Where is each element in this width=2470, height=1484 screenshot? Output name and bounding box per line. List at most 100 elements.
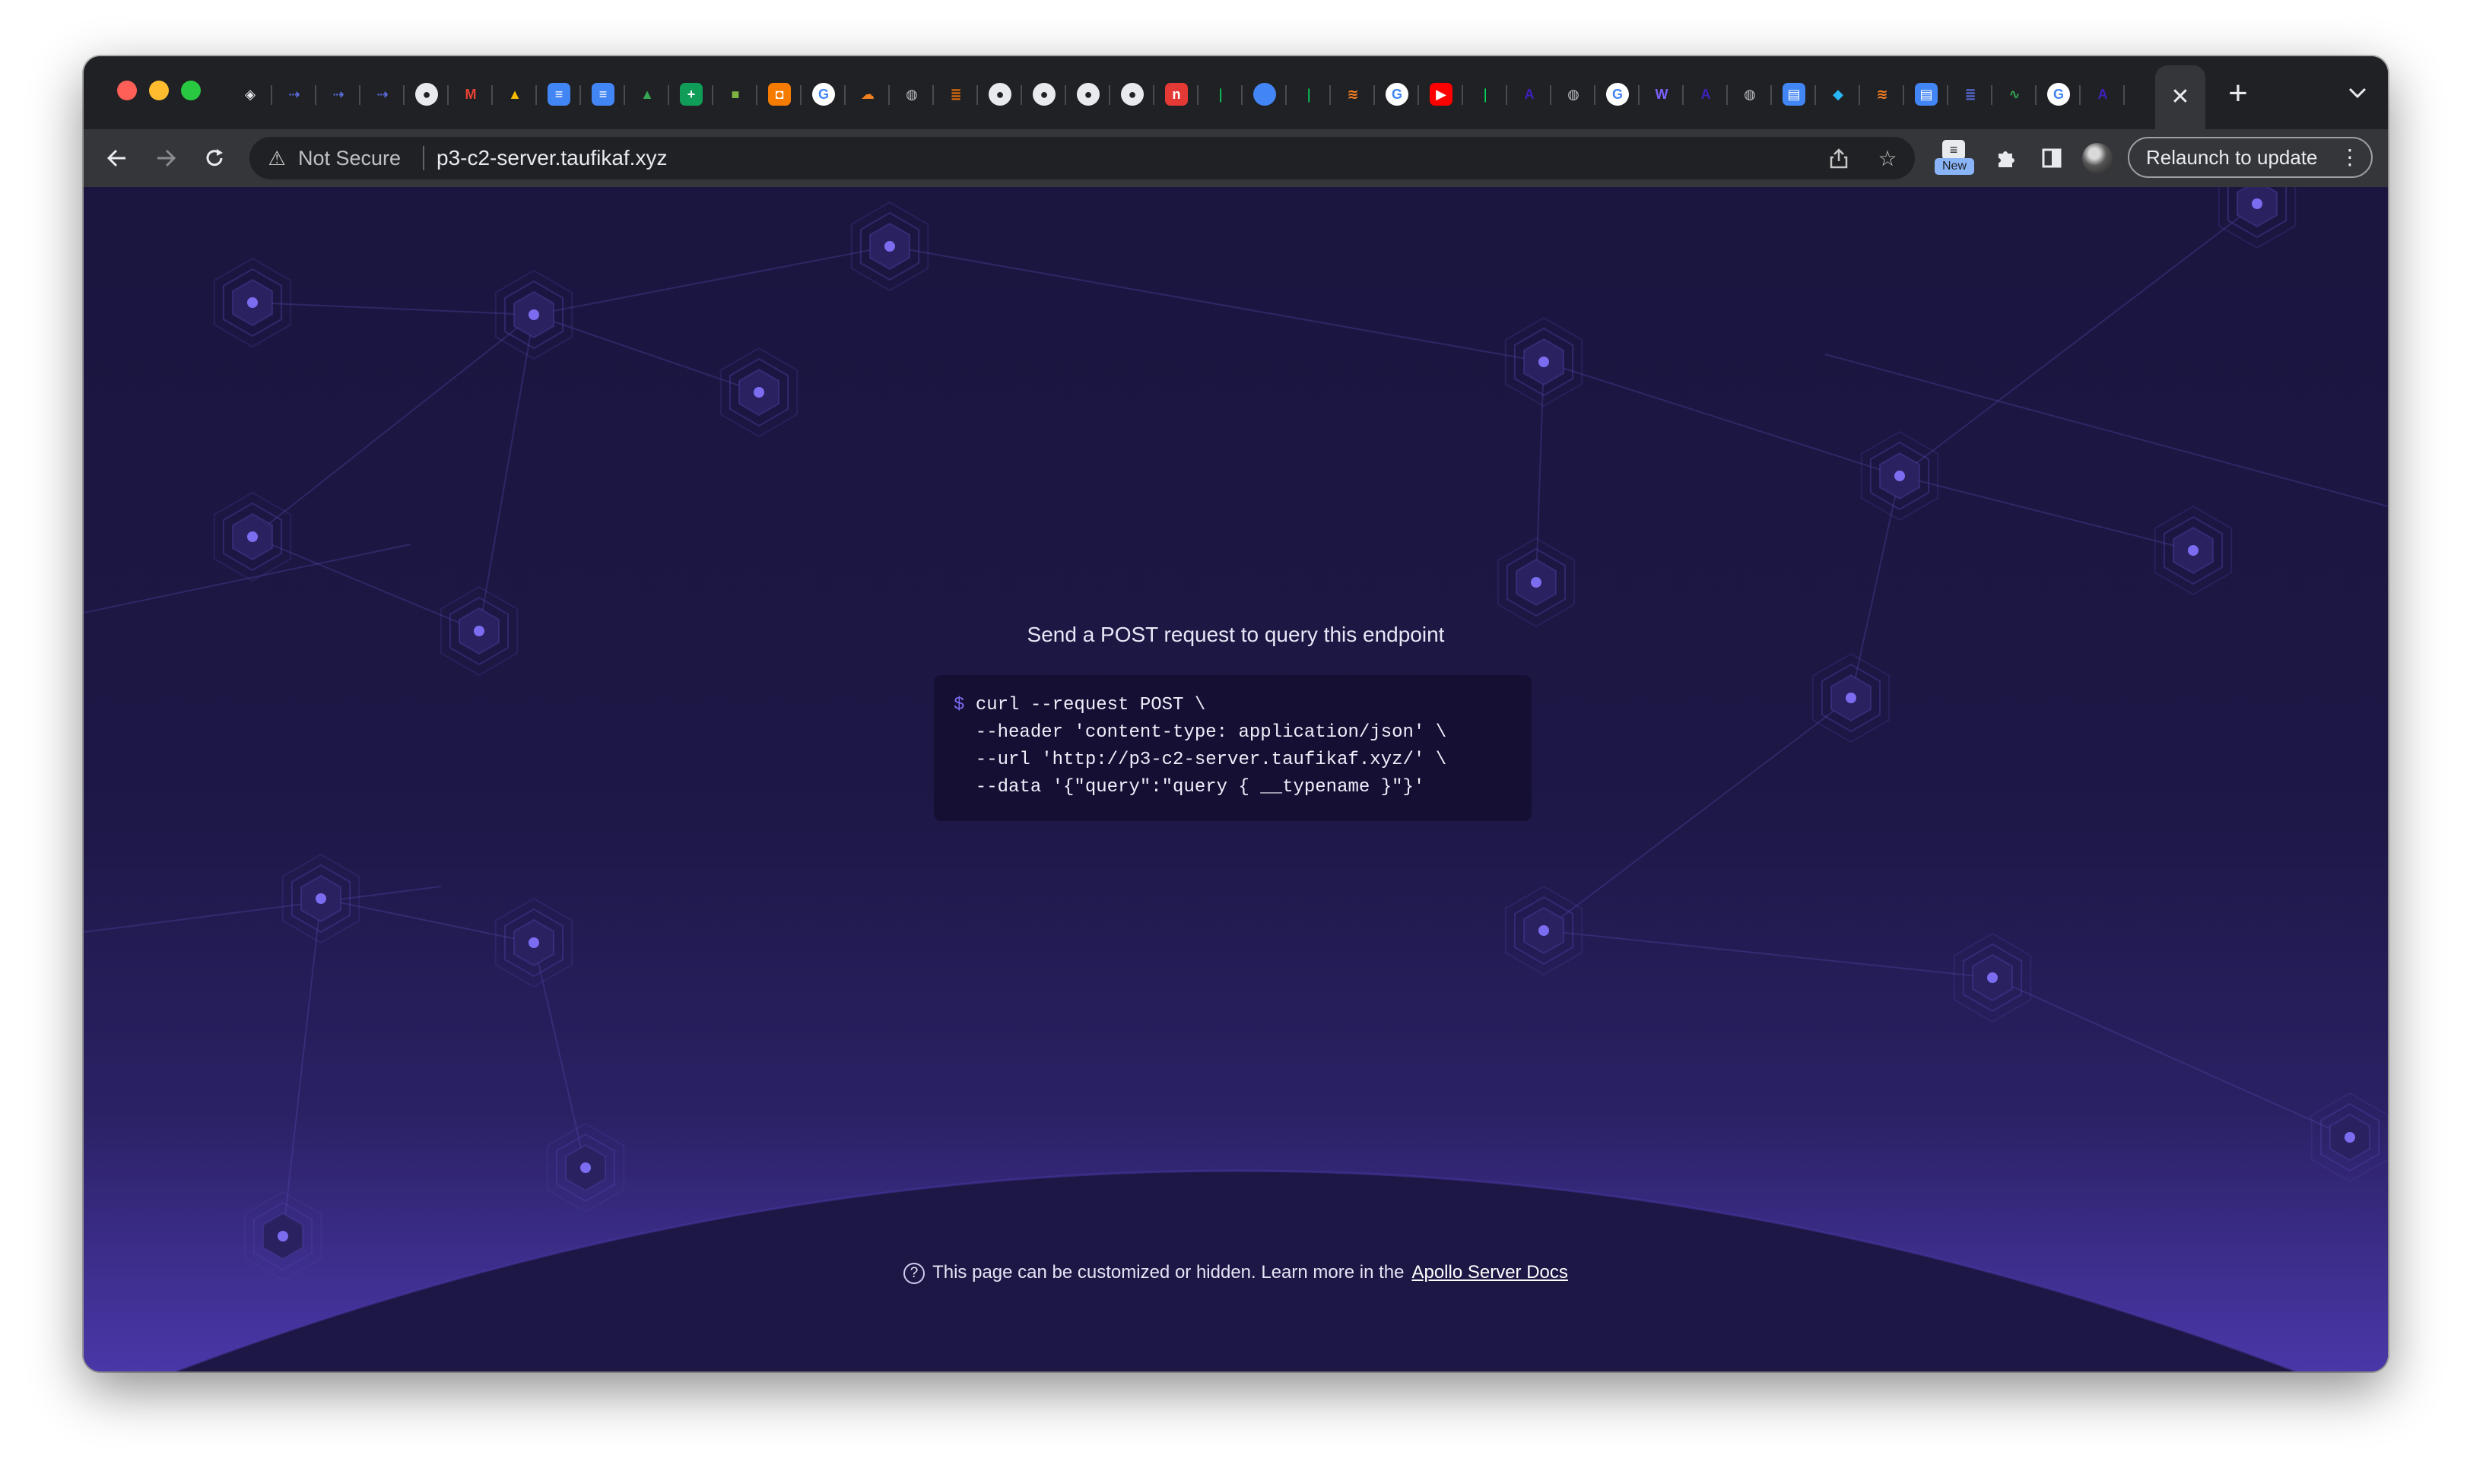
browser-tab[interactable]: ≋ bbox=[1331, 73, 1375, 116]
new-tab-button[interactable]: + bbox=[2219, 75, 2257, 113]
arrow-left-icon bbox=[106, 149, 125, 167]
maximize-window-button[interactable] bbox=[181, 81, 201, 100]
browser-tab[interactable]: ≣ bbox=[934, 73, 978, 116]
reload-button[interactable] bbox=[196, 140, 233, 176]
bookmark-star-icon[interactable]: ☆ bbox=[1875, 146, 1900, 170]
list-icon: ≣ bbox=[1964, 87, 1976, 102]
address-bar[interactable]: ⚠ Not Secure p3-c2-server.taufikaf.xyz ☆ bbox=[249, 137, 1915, 179]
shell-prompt: $ bbox=[954, 695, 965, 715]
browser-tab[interactable]: ◍ bbox=[1551, 73, 1595, 116]
browser-tab[interactable]: G bbox=[2037, 73, 2081, 116]
browser-tab[interactable]: ■ bbox=[713, 73, 757, 116]
chevron-down-icon bbox=[2348, 87, 2367, 99]
browser-tab[interactable]: ◈ bbox=[228, 73, 272, 116]
browser-tab[interactable]: ● bbox=[405, 73, 449, 116]
google-sheets-icon: + bbox=[680, 83, 703, 106]
help-circle-icon: ? bbox=[903, 1262, 925, 1284]
browser-tab[interactable]: ∿ bbox=[1992, 73, 2037, 116]
browser-tab[interactable]: ▲ bbox=[625, 73, 669, 116]
browser-tab[interactable]: A bbox=[1507, 73, 1551, 116]
github-icon: ● bbox=[415, 83, 438, 106]
browser-tab[interactable]: ◍ bbox=[1728, 73, 1772, 116]
browser-tab[interactable]: ◆ bbox=[1816, 73, 1860, 116]
google-drive-icon: ▲ bbox=[640, 87, 654, 102]
browser-tab[interactable]: ▤ bbox=[1904, 73, 1948, 116]
share-icon[interactable] bbox=[1827, 146, 1851, 170]
browser-tab[interactable]: ⇢ bbox=[272, 73, 316, 116]
apollo-icon: A bbox=[1700, 87, 1711, 102]
network-node bbox=[1504, 316, 1583, 407]
network-node bbox=[494, 269, 573, 360]
arrows-icon: ⇢ bbox=[376, 87, 389, 102]
relaunch-label: Relaunch to update bbox=[2146, 145, 2318, 169]
browser-tab[interactable]: ● bbox=[1110, 73, 1154, 116]
browser-tab[interactable]: ◍ bbox=[890, 73, 934, 116]
globe-icon: ◍ bbox=[1567, 87, 1579, 102]
browser-tab[interactable]: ◘ bbox=[757, 73, 802, 116]
browser-tab[interactable]: ≡ bbox=[537, 73, 581, 116]
browser-tab[interactable]: A bbox=[1684, 73, 1728, 116]
apollo-docs-link[interactable]: Apollo Server Docs bbox=[1411, 1262, 1567, 1283]
browser-tab[interactable]: G bbox=[802, 73, 846, 116]
forward-button[interactable] bbox=[148, 140, 184, 176]
active-tab[interactable]: ✕ bbox=[2155, 65, 2205, 129]
browser-tab[interactable]: G bbox=[1595, 73, 1640, 116]
browser-tab[interactable]: W bbox=[1640, 73, 1684, 116]
browser-tab[interactable]: ● bbox=[1243, 73, 1287, 116]
code-block[interactable]: $ curl --request POST \ --header 'conten… bbox=[934, 675, 1532, 821]
browser-tab[interactable]: ▤ bbox=[1772, 73, 1816, 116]
omnibox-divider bbox=[423, 146, 424, 170]
github-icon: ● bbox=[1077, 83, 1100, 106]
browser-tab[interactable]: ● bbox=[978, 73, 1022, 116]
warning-icon[interactable]: ⚠ bbox=[266, 147, 287, 169]
back-button[interactable] bbox=[99, 140, 135, 176]
network-node bbox=[1953, 932, 2032, 1023]
browser-tab[interactable]: ≡ bbox=[581, 73, 625, 116]
browser-tab[interactable]: M bbox=[449, 73, 493, 116]
google-icon: G bbox=[2047, 83, 2070, 106]
list-icon: ≣ bbox=[950, 87, 962, 102]
browser-tab[interactable]: ❘ bbox=[1198, 73, 1243, 116]
new-extension-badge[interactable]: ≡ New bbox=[1935, 140, 1974, 176]
browser-tab[interactable]: ▶ bbox=[1419, 73, 1463, 116]
minimize-window-button[interactable] bbox=[149, 81, 169, 100]
browser-tab[interactable]: ≋ bbox=[1860, 73, 1904, 116]
tab-search-button[interactable] bbox=[2342, 78, 2373, 108]
stackoverflow-icon: ≋ bbox=[1876, 87, 1888, 102]
browser-tab[interactable]: A bbox=[2081, 73, 2125, 116]
network-node bbox=[719, 347, 798, 438]
close-tab-icon[interactable]: ✕ bbox=[2170, 86, 2189, 109]
browser-tab[interactable]: ☁ bbox=[846, 73, 890, 116]
side-panel-icon[interactable] bbox=[2035, 141, 2068, 175]
profile-avatar[interactable] bbox=[2082, 143, 2113, 173]
browser-tab[interactable]: n bbox=[1154, 73, 1198, 116]
layout-icon: ▤ bbox=[1783, 83, 1805, 106]
browser-tab[interactable]: ⇢ bbox=[316, 73, 360, 116]
footer-text: This page can be customized or hidden. L… bbox=[932, 1262, 1405, 1283]
extensions-puzzle-icon[interactable] bbox=[1989, 141, 2023, 175]
browser-tab[interactable]: ⇢ bbox=[360, 73, 405, 116]
browser-tab[interactable]: ❘ bbox=[1463, 73, 1507, 116]
browser-tab[interactable]: ● bbox=[1066, 73, 1110, 116]
browser-tab[interactable]: G bbox=[1375, 73, 1419, 116]
kebab-menu-icon[interactable]: ⋮ bbox=[2339, 146, 2360, 169]
close-window-button[interactable] bbox=[117, 81, 137, 100]
mongodb-leaf-icon: ❘ bbox=[1214, 87, 1227, 102]
github-icon: ● bbox=[989, 83, 1011, 106]
arrows-icon: ⇢ bbox=[288, 87, 300, 102]
browser-tab[interactable]: ≣ bbox=[1948, 73, 1992, 116]
security-label[interactable]: Not Secure bbox=[298, 147, 401, 169]
url-text[interactable]: p3-c2-server.taufikaf.xyz bbox=[437, 147, 667, 170]
tab-strip: ◈ ⇢ ⇢ ⇢ ● M ▲ ≡ ≡ ▲ + ■ ◘ G ☁ ◍ ≣ ● ● ● ● n ❘ ● ❘ ≋ G ▶ ❘ A ◍ G W A ◍ ▤ ◆ ≋ ▤ ≣… bbox=[84, 56, 2388, 129]
browser-tab[interactable]: + bbox=[669, 73, 713, 116]
relaunch-button[interactable]: Relaunch to update ⋮ bbox=[2128, 137, 2373, 178]
globe-icon: ◍ bbox=[906, 87, 918, 102]
network-node bbox=[1860, 430, 1939, 522]
browser-tab[interactable]: ● bbox=[1022, 73, 1066, 116]
network-node bbox=[2310, 1092, 2388, 1183]
github-icon: ● bbox=[1121, 83, 1144, 106]
toolbar: ⚠ Not Secure p3-c2-server.taufikaf.xyz ☆… bbox=[84, 129, 2388, 189]
code-line: --data '{"query":"query { __typename }"}… bbox=[954, 777, 1425, 797]
browser-tab[interactable]: ▲ bbox=[493, 73, 537, 116]
browser-tab[interactable]: ❘ bbox=[1287, 73, 1331, 116]
